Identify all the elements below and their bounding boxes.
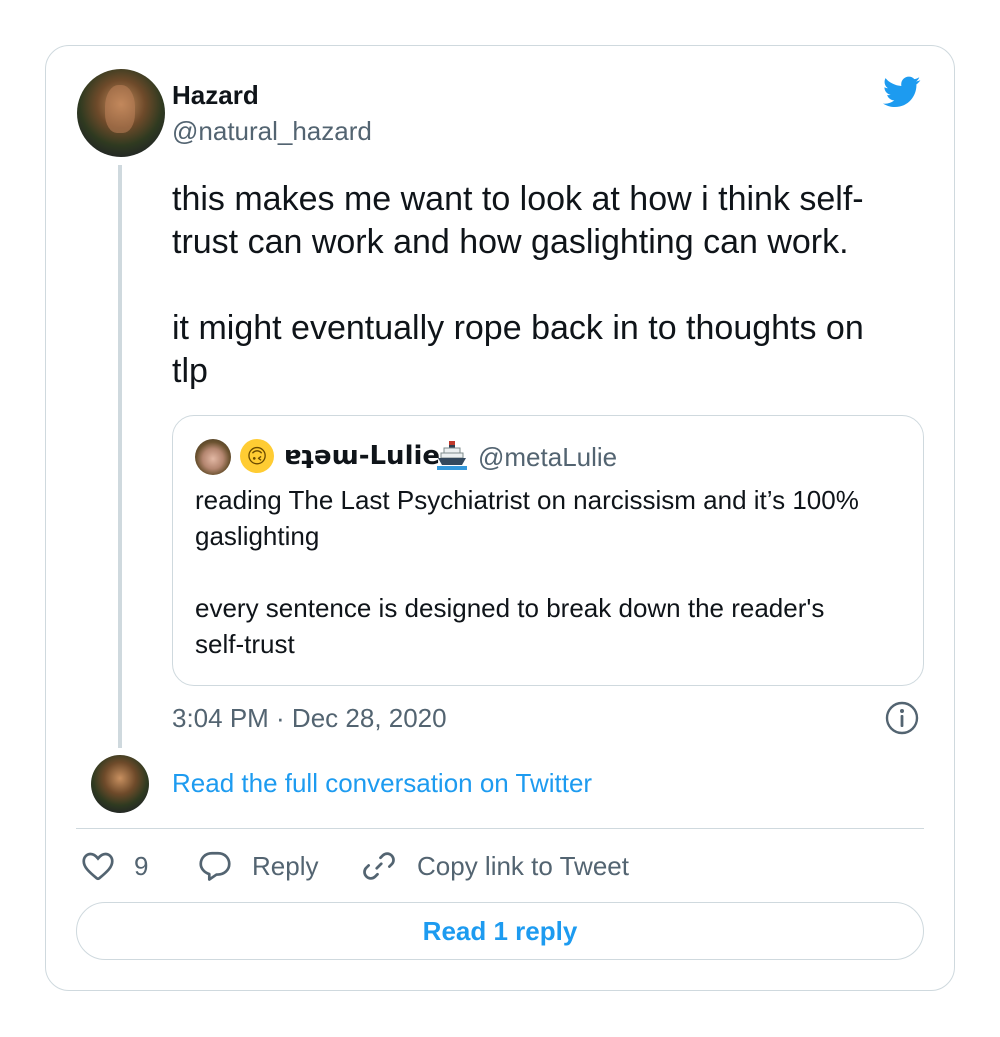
link-icon [363,852,395,880]
reply-bubble-icon [199,851,231,881]
thread-line [118,165,122,748]
quote-author-name: ɐʇǝɯ-Lulie [284,441,441,471]
upside-down-face-emoji: 🙃 [240,439,274,473]
info-icon[interactable] [884,700,920,736]
quote-text: reading The Last Psychiatrist on narciss… [195,485,859,659]
divider [76,828,924,829]
author-avatar-small[interactable] [91,755,149,813]
reply-label: Reply [252,850,319,881]
copy-link-label: Copy link to Tweet [417,850,629,881]
read-replies-button[interactable]: Read 1 reply [76,902,924,960]
author-handle[interactable]: @natural_hazard [172,116,372,147]
like-count: 9 [134,850,149,881]
twitter-bird-icon[interactable] [880,73,924,111]
quote-author-handle: @metaLulie [478,442,618,472]
tweet-timestamp[interactable]: 3:04 PM · Dec 28, 2020 [172,703,447,734]
author-name[interactable]: Hazard [172,80,259,111]
read-full-conversation-link[interactable]: Read the full conversation on Twitter [172,768,592,799]
quote-author-avatar [195,439,231,475]
copy-link-button[interactable]: Copy link to Tweet [361,846,629,886]
quoted-tweet[interactable]: 🙃 ɐʇǝɯ-Lulie @metaLulie reading The Last… [172,415,924,686]
author-avatar[interactable] [77,69,165,157]
reply-button[interactable]: Reply [197,846,318,886]
tweet-text: this makes me want to look at how i thin… [172,180,864,390]
ship-icon [437,441,467,470]
like-button[interactable]: 9 [80,846,148,886]
heart-icon [82,852,114,881]
